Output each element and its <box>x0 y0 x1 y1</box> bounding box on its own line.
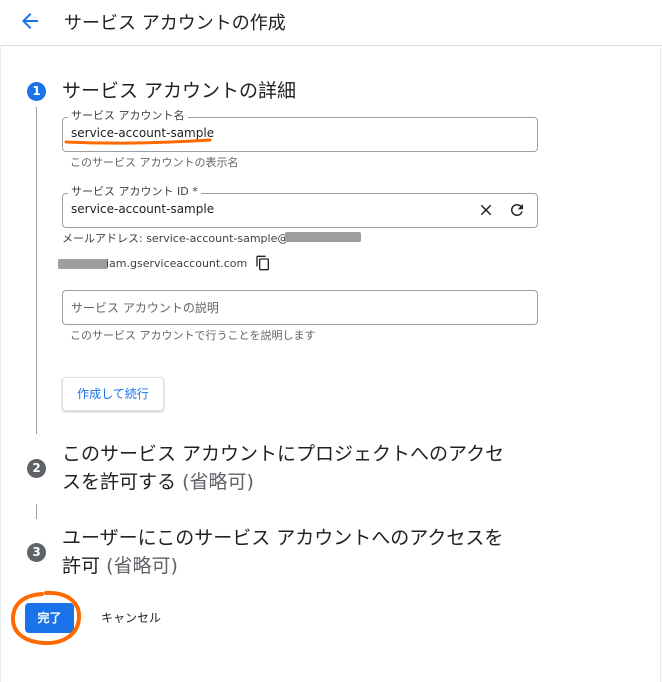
redacted-project <box>285 232 361 242</box>
step-2-optional: (省略可) <box>182 471 254 493</box>
regenerate-id-button[interactable] <box>508 201 526 219</box>
step-1-title: サービス アカウントの詳細 <box>62 80 297 102</box>
copy-email-button[interactable] <box>255 255 271 271</box>
step-2-badge: 2 <box>27 459 46 478</box>
service-account-name-field[interactable]: サービス アカウント名 service-account-sample <box>62 109 538 152</box>
page-left-border <box>0 45 1 682</box>
step-1-badge: 1 <box>27 82 46 101</box>
page-title: サービス アカウントの作成 <box>64 13 286 34</box>
email-prefix: メールアドレス: service-account-sample@ <box>62 232 289 245</box>
id-field-value[interactable]: service-account-sample <box>71 202 214 216</box>
step-3-title[interactable]: ユーザーにこのサービス アカウントへのアクセスを 許可 (省略可) <box>62 524 503 580</box>
annotation-underline <box>64 138 212 145</box>
step-3-title-line2: 許可 <box>62 555 101 577</box>
close-icon <box>480 204 492 216</box>
refresh-icon <box>511 204 523 216</box>
email-suffix: iam.gserviceaccount.com <box>106 257 248 270</box>
step-2-title-line2: スを許可する <box>62 471 177 493</box>
app-header: サービス アカウントの作成 <box>0 0 662 46</box>
step-2-title-line1: このサービス アカウントにプロジェクトへのアクセ <box>62 443 505 465</box>
step-3-badge: 3 <box>27 543 46 562</box>
description-placeholder[interactable]: サービス アカウントの説明 <box>71 299 219 316</box>
back-button[interactable] <box>18 9 42 33</box>
redacted-project-2 <box>58 259 108 269</box>
step-3-title-line1: ユーザーにこのサービス アカウントへのアクセスを <box>62 527 504 549</box>
id-field-label: サービス アカウント ID * <box>68 185 201 199</box>
name-field-helper: このサービス アカウントの表示名 <box>70 156 239 169</box>
arrow-left-icon <box>22 13 38 29</box>
annotation-circle <box>10 590 82 646</box>
step-1-connector <box>36 107 37 434</box>
step-2-connector <box>36 504 37 519</box>
name-field-label: サービス アカウント名 <box>68 109 188 123</box>
copy-icon <box>256 255 269 271</box>
clear-button[interactable] <box>477 201 495 219</box>
cancel-button[interactable]: キャンセル <box>88 603 174 633</box>
page-right-border <box>660 45 661 682</box>
service-account-id-field[interactable]: サービス アカウント ID * service-account-sample <box>62 185 538 228</box>
create-and-continue-button[interactable]: 作成して続行 <box>62 377 164 411</box>
service-account-description-field[interactable]: サービス アカウントの説明 <box>62 290 538 325</box>
description-helper: このサービス アカウントで行うことを説明します <box>70 329 316 342</box>
step-3-optional: (省略可) <box>106 555 178 577</box>
step-2-title[interactable]: このサービス アカウントにプロジェクトへのアクセ スを許可する (省略可) <box>62 440 504 496</box>
